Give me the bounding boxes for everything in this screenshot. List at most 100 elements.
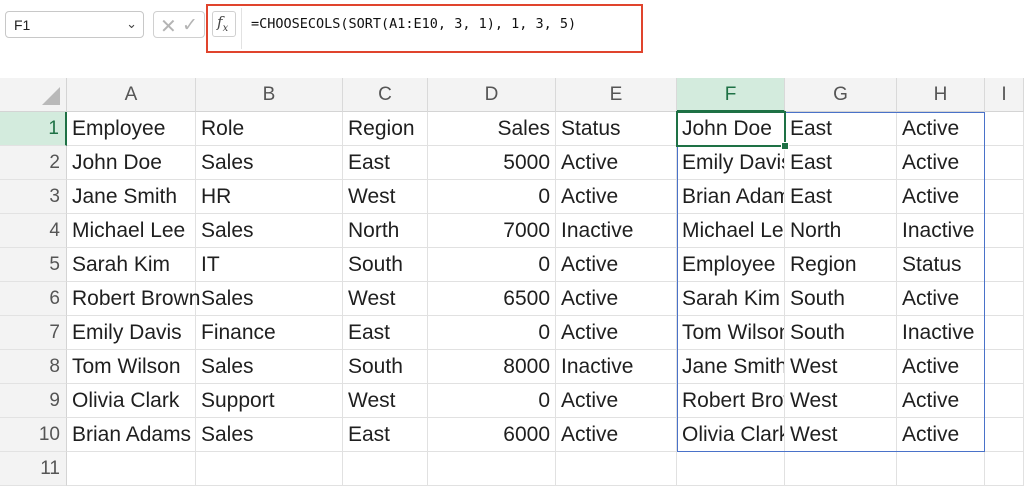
cell-i10[interactable] [985, 418, 1024, 452]
cell-a3[interactable]: Jane Smith [67, 180, 196, 214]
cell-c7[interactable]: East [343, 316, 428, 350]
row-header-7[interactable]: 7 [0, 316, 67, 350]
cell-d2[interactable]: 5000 [428, 146, 556, 180]
cell-d1[interactable]: Sales [428, 112, 556, 146]
cell-c8[interactable]: South [343, 350, 428, 384]
cell-e5[interactable]: Active [556, 248, 677, 282]
cell-h10[interactable]: Active [897, 418, 985, 452]
cell-e1[interactable]: Status [556, 112, 677, 146]
cell-b1[interactable]: Role [196, 112, 343, 146]
cell-e9[interactable]: Active [556, 384, 677, 418]
cell-a8[interactable]: Tom Wilson [67, 350, 196, 384]
chevron-down-icon[interactable]: ⌄ [126, 16, 137, 32]
cell-c5[interactable]: South [343, 248, 428, 282]
select-all-button[interactable] [0, 78, 67, 112]
cell-c11[interactable] [343, 452, 428, 486]
cell-f4[interactable]: Michael Lee [677, 214, 785, 248]
cell-b6[interactable]: Sales [196, 282, 343, 316]
cell-a6[interactable]: Robert Brown [67, 282, 200, 316]
cell-c10[interactable]: East [343, 418, 428, 452]
close-icon[interactable]: ✕ [160, 14, 177, 39]
cell-e6[interactable]: Active [556, 282, 677, 316]
cell-f2[interactable]: Emily Davis [677, 146, 785, 180]
cell-e4[interactable]: Inactive [556, 214, 677, 248]
column-header-a[interactable]: A [67, 78, 196, 112]
cell-a1[interactable]: Employee [67, 112, 196, 146]
cell-d7[interactable]: 0 [428, 316, 556, 350]
column-header-c[interactable]: C [343, 78, 428, 112]
cell-e11[interactable] [556, 452, 677, 486]
cell-b9[interactable]: Support [196, 384, 343, 418]
column-header-g[interactable]: G [785, 78, 897, 112]
row-header-8[interactable]: 8 [0, 350, 67, 384]
cell-d3[interactable]: 0 [428, 180, 556, 214]
cell-i5[interactable] [985, 248, 1024, 282]
cell-d10[interactable]: 6000 [428, 418, 556, 452]
cell-h2[interactable]: Active [897, 146, 985, 180]
cell-g9[interactable]: West [785, 384, 897, 418]
row-header-1[interactable]: 1 [0, 112, 67, 146]
column-header-b[interactable]: B [196, 78, 343, 112]
cell-g8[interactable]: West [785, 350, 897, 384]
cell-g4[interactable]: North [785, 214, 897, 248]
cell-c3[interactable]: West [343, 180, 428, 214]
cell-a5[interactable]: Sarah Kim [67, 248, 196, 282]
cell-a2[interactable]: John Doe [67, 146, 196, 180]
cell-h7[interactable]: Inactive [897, 316, 985, 350]
cell-i6[interactable] [985, 282, 1024, 316]
row-header-9[interactable]: 9 [0, 384, 67, 418]
row-header-4[interactable]: 4 [0, 214, 67, 248]
cell-b8[interactable]: Sales [196, 350, 343, 384]
cell-i3[interactable] [985, 180, 1024, 214]
cell-h5[interactable]: Status [897, 248, 985, 282]
cell-c9[interactable]: West [343, 384, 428, 418]
name-box[interactable]: F1 ⌄ [5, 11, 144, 38]
cell-d4[interactable]: 7000 [428, 214, 556, 248]
row-header-3[interactable]: 3 [0, 180, 67, 214]
cell-i8[interactable] [985, 350, 1024, 384]
cell-f7[interactable]: Tom Wilson [677, 316, 785, 350]
row-header-10[interactable]: 10 [0, 418, 67, 452]
cell-i9[interactable] [985, 384, 1024, 418]
column-header-h[interactable]: H [897, 78, 985, 112]
cell-e8[interactable]: Inactive [556, 350, 677, 384]
cell-g11[interactable] [785, 452, 897, 486]
cell-h3[interactable]: Active [897, 180, 985, 214]
cell-c6[interactable]: West [343, 282, 428, 316]
cell-i11[interactable] [985, 452, 1024, 486]
cell-a4[interactable]: Michael Lee [67, 214, 196, 248]
cell-b10[interactable]: Sales [196, 418, 343, 452]
cell-f5[interactable]: Employee [677, 248, 785, 282]
cell-d6[interactable]: 6500 [428, 282, 556, 316]
cell-f8[interactable]: Jane Smith [677, 350, 785, 384]
cell-i7[interactable] [985, 316, 1024, 350]
insert-function-button[interactable]: fx [212, 11, 236, 37]
cell-b5[interactable]: IT [196, 248, 343, 282]
column-header-d[interactable]: D [428, 78, 556, 112]
column-header-f[interactable]: F [677, 78, 785, 112]
cell-h9[interactable]: Active [897, 384, 985, 418]
cell-a11[interactable] [67, 452, 196, 486]
row-header-6[interactable]: 6 [0, 282, 67, 316]
cell-d8[interactable]: 8000 [428, 350, 556, 384]
row-header-11[interactable]: 11 [0, 452, 67, 486]
cell-e2[interactable]: Active [556, 146, 677, 180]
cell-e3[interactable]: Active [556, 180, 677, 214]
cell-g10[interactable]: West [785, 418, 897, 452]
cell-a9[interactable]: Olivia Clark [67, 384, 196, 418]
cell-h8[interactable]: Active [897, 350, 985, 384]
cell-e7[interactable]: Active [556, 316, 677, 350]
cell-f9[interactable]: Robert Brown [677, 384, 785, 418]
cell-h6[interactable]: Active [897, 282, 985, 316]
cell-g1[interactable]: East [785, 112, 897, 146]
cell-b2[interactable]: Sales [196, 146, 343, 180]
cell-a7[interactable]: Emily Davis [67, 316, 196, 350]
column-header-i[interactable]: I [985, 78, 1024, 112]
cell-f6[interactable]: Sarah Kim [677, 282, 785, 316]
cell-i2[interactable] [985, 146, 1024, 180]
cell-d9[interactable]: 0 [428, 384, 556, 418]
cell-h11[interactable] [897, 452, 985, 486]
cell-e10[interactable]: Active [556, 418, 677, 452]
checkmark-icon[interactable]: ✓ [182, 14, 198, 37]
row-header-5[interactable]: 5 [0, 248, 67, 282]
